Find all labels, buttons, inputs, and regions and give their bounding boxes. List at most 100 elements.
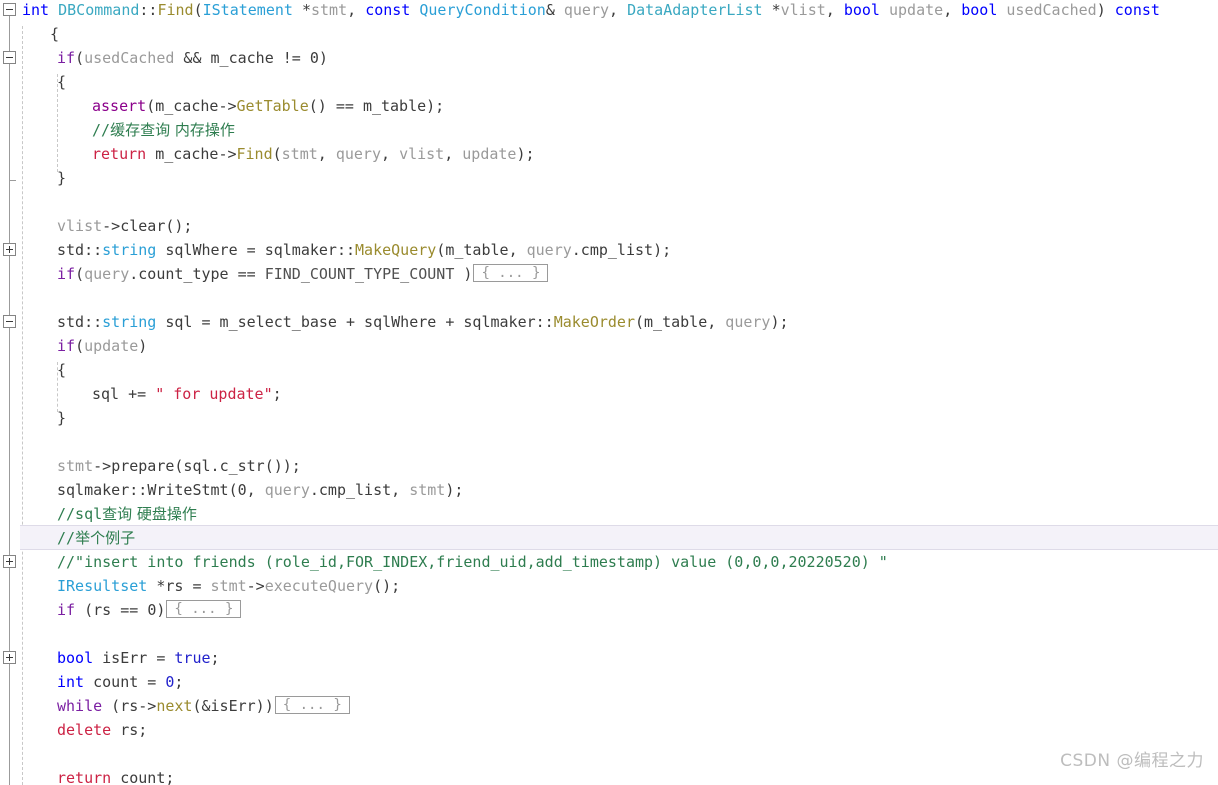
code-line[interactable]: int count = 0; <box>0 670 1218 694</box>
code-token: Find <box>157 1 194 19</box>
code-token: query <box>725 313 771 331</box>
code-token: stmt <box>281 145 318 163</box>
code-token: prepare <box>111 457 175 475</box>
collapsed-region-chip[interactable]: { ... } <box>166 600 242 618</box>
code-token: (&isErr)) <box>192 697 274 715</box>
code-token: sql = m_select_base + sqlWhere + <box>156 313 464 331</box>
code-token: ( <box>75 265 85 283</box>
code-line[interactable]: { <box>0 22 1218 46</box>
code-token: (); <box>165 217 193 235</box>
code-line[interactable]: //缓存查询 内存操作 <box>0 118 1218 142</box>
code-line[interactable]: return count; <box>0 766 1218 785</box>
code-line[interactable]: int DBCommand::Find(IStatement *stmt, co… <box>0 0 1218 22</box>
code-line[interactable]: assert(m_cache->GetTable() == m_table); <box>0 94 1218 118</box>
code-line[interactable] <box>0 286 1218 310</box>
code-line[interactable]: { <box>0 70 1218 94</box>
code-token: int <box>57 673 85 691</box>
code-token: m_cache <box>210 49 274 67</box>
code-line[interactable]: stmt->prepare(sql.c_str()); <box>0 454 1218 478</box>
folding-margin[interactable] <box>0 0 20 785</box>
code-token: ) <box>138 337 148 355</box>
code-token: * <box>762 1 781 19</box>
code-token: assert <box>92 97 147 115</box>
code-token: update <box>84 337 139 355</box>
code-line[interactable]: std::string sqlWhere = sqlmaker::MakeQue… <box>0 238 1218 262</box>
code-token: string <box>102 241 157 259</box>
code-token: sqlWhere = <box>156 241 265 259</box>
code-editor[interactable]: int DBCommand::Find(IStatement *stmt, co… <box>0 0 1218 785</box>
code-line[interactable] <box>0 190 1218 214</box>
code-token: , <box>508 241 527 259</box>
code-token: (rs == <box>75 601 148 619</box>
code-token: delete <box>57 721 121 739</box>
code-token: -> <box>93 457 112 475</box>
collapsed-region-chip[interactable]: { ... } <box>274 696 350 714</box>
code-token: != <box>273 49 310 67</box>
code-line[interactable]: } <box>0 166 1218 190</box>
code-token: (sql. <box>174 457 220 475</box>
code-token: -> <box>246 577 265 595</box>
code-token: } <box>57 169 67 187</box>
code-token: ); <box>426 97 445 115</box>
code-line[interactable]: while (rs->next(&isErr)){ ... } <box>0 694 1218 718</box>
code-token: //"insert into friends (role_id,FOR_INDE… <box>57 553 888 571</box>
code-line[interactable]: sqlmaker::WriteStmt(0, query.cmp_list, s… <box>0 478 1218 502</box>
fold-toggle-plus[interactable] <box>3 555 16 568</box>
code-token: bool <box>843 1 880 19</box>
code-token: m_table <box>644 313 708 331</box>
code-token: , <box>444 145 463 163</box>
fold-toggle-minus[interactable] <box>3 51 16 64</box>
code-token: stmt <box>409 481 446 499</box>
fold-region-endcap <box>9 180 16 181</box>
code-line[interactable]: { <box>0 358 1218 382</box>
code-line[interactable]: sql += " for update"; <box>0 382 1218 406</box>
code-line[interactable] <box>0 622 1218 646</box>
code-line[interactable]: if (rs == 0){ ... } <box>0 598 1218 622</box>
code-token: update <box>889 1 944 19</box>
code-line[interactable]: } <box>0 406 1218 430</box>
code-line[interactable]: if(query.count_type == FIND_COUNT_TYPE_C… <box>0 262 1218 286</box>
code-line[interactable]: //"insert into friends (role_id,FOR_INDE… <box>0 550 1218 574</box>
collapsed-region-chip[interactable]: { ... } <box>473 264 549 282</box>
code-token: ) <box>1096 1 1115 19</box>
code-token: update <box>462 145 517 163</box>
code-line[interactable]: IResultset *rs = stmt->executeQuery(); <box>0 574 1218 598</box>
code-token: query <box>264 481 310 499</box>
code-line[interactable]: //举个例子 <box>0 526 1218 550</box>
code-line[interactable] <box>0 430 1218 454</box>
code-token: MakeQuery <box>355 241 437 259</box>
code-token: MakeOrder <box>553 313 635 331</box>
code-token: count = <box>84 673 166 691</box>
fold-toggle-plus[interactable] <box>3 651 16 664</box>
fold-toggle-minus[interactable] <box>3 3 16 16</box>
code-token: ; <box>174 673 184 691</box>
code-line[interactable]: delete rs; <box>0 718 1218 742</box>
code-token: return <box>57 769 121 785</box>
code-token: query <box>335 145 381 163</box>
code-line[interactable]: //sql查询 硬盘操作 <box>0 502 1218 526</box>
code-token: bool <box>57 649 94 667</box>
code-token: ) <box>156 601 166 619</box>
code-line[interactable]: vlist->clear(); <box>0 214 1218 238</box>
code-token: -> <box>102 217 121 235</box>
code-token: QueryCondition <box>419 1 546 19</box>
code-token: ); <box>770 313 789 331</box>
fold-toggle-minus[interactable] <box>3 315 16 328</box>
code-line[interactable]: std::string sql = m_select_base + sqlWhe… <box>0 310 1218 334</box>
code-line[interactable]: bool isErr = true; <box>0 646 1218 670</box>
fold-toggle-plus[interactable] <box>3 243 16 256</box>
code-token: { <box>57 73 67 91</box>
code-token: (0, <box>228 481 265 499</box>
code-token: *rs = <box>147 577 211 595</box>
csdn-watermark: CSDN @编程之力 <box>1060 751 1204 771</box>
code-line[interactable]: if(update) <box>0 334 1218 358</box>
code-token: std <box>57 241 85 259</box>
code-token: sqlmaker <box>463 313 536 331</box>
code-token: IResultset <box>57 577 148 595</box>
code-line[interactable]: if(usedCached && m_cache != 0) <box>0 46 1218 70</box>
code-line[interactable]: return m_cache->Find(stmt, query, vlist,… <box>0 142 1218 166</box>
code-token: DataAdapterList <box>627 1 763 19</box>
code-surface[interactable]: int DBCommand::Find(IStatement *stmt, co… <box>0 0 1218 785</box>
code-line[interactable] <box>0 742 1218 766</box>
